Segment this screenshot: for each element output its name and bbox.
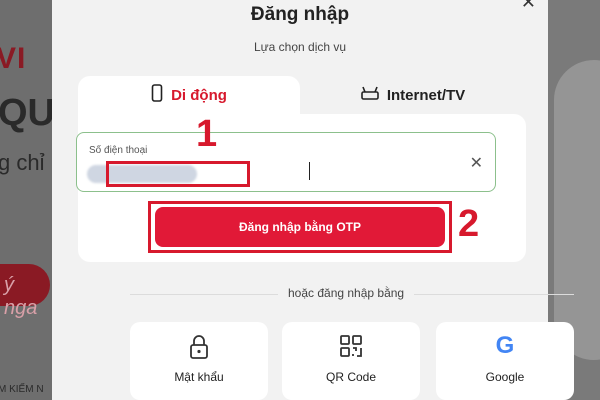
- google-icon: G: [495, 332, 515, 359]
- tab-internet-tv[interactable]: Internet/TV: [300, 76, 526, 114]
- phone-field-label: Số điện thoại: [89, 145, 148, 156]
- modal-subtitle: Lựa chọn dịch vụ: [253, 40, 347, 54]
- login-modal: ✕ Đăng nhập Lựa chọn dịch vụ Di động Int…: [52, 0, 574, 400]
- highlight-phone-field: [106, 161, 250, 187]
- login-google-button[interactable]: G Google: [436, 322, 574, 400]
- login-google-label: Google: [485, 370, 525, 384]
- mobile-phone-icon: [151, 84, 163, 106]
- divider-label: hoặc đăng nhập bằng: [278, 286, 415, 300]
- background-brand: VI: [0, 42, 27, 75]
- background-footer: M KIẾM N: [0, 384, 44, 395]
- background-headline: QU: [0, 92, 55, 134]
- tab-internet-tv-label: Internet/TV: [386, 86, 466, 104]
- router-icon: [361, 85, 379, 105]
- qr-code-icon: [282, 334, 420, 358]
- modal-title: Đăng nhập: [250, 4, 350, 25]
- tab-mobile[interactable]: Di động: [78, 76, 300, 114]
- tab-mobile-label: Di động: [171, 86, 227, 104]
- step-number-2: 2: [458, 203, 480, 245]
- step-number-1: 1: [196, 113, 218, 155]
- login-password-button[interactable]: Mật khẩu: [130, 322, 268, 400]
- lock-icon: [130, 334, 268, 360]
- service-tabs: Di động Internet/TV: [78, 76, 526, 114]
- login-qr-label: QR Code: [325, 370, 377, 384]
- background-subtext: g chỉ: [0, 150, 45, 175]
- login-password-label: Mật khẩu: [174, 370, 224, 384]
- background-image: [554, 60, 600, 360]
- highlight-otp-button: [148, 201, 452, 253]
- clear-icon[interactable]: ✕: [470, 153, 483, 173]
- login-qr-button[interactable]: QR Code: [282, 322, 420, 400]
- text-caret: [309, 162, 310, 180]
- background-cta: ý nga: [0, 264, 50, 319]
